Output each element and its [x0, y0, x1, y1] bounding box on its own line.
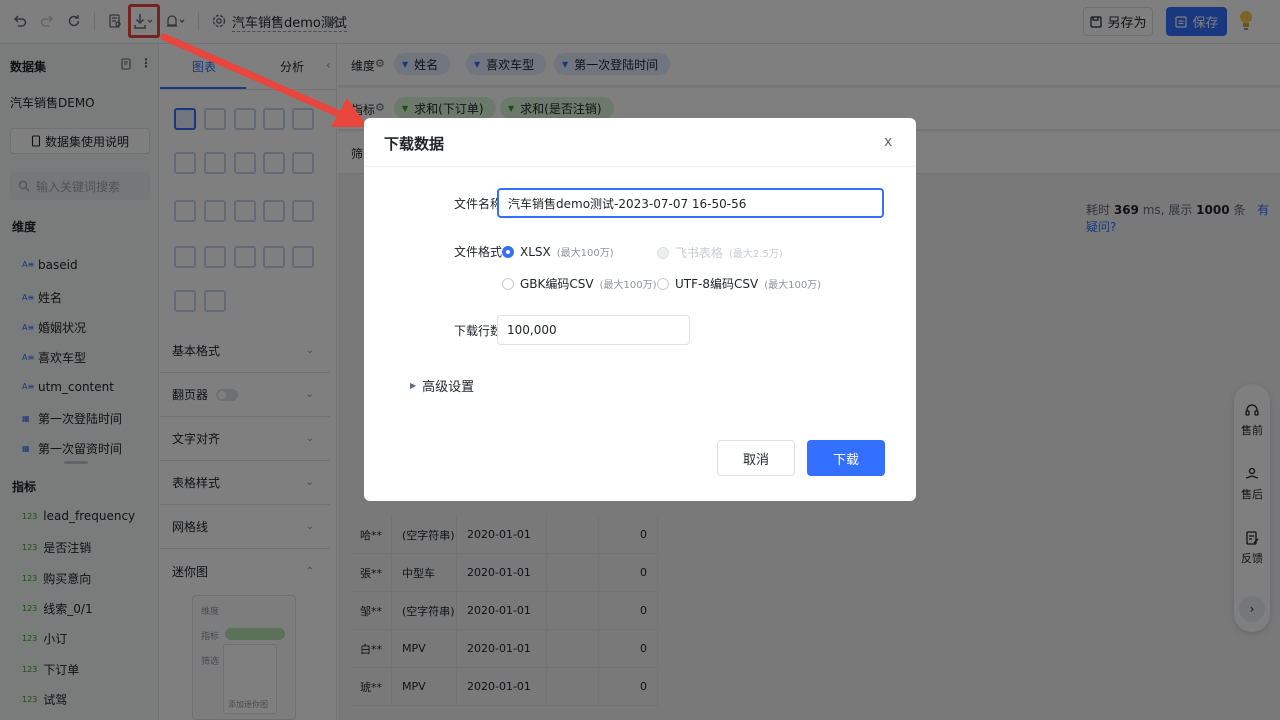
close-icon[interactable]: x [884, 134, 892, 150]
radio-disabled-icon [657, 246, 669, 259]
file-name-input[interactable]: 汽车销售demo测试-2023-07-07 16-50-56 [497, 188, 884, 218]
format-utf8-csv-radio[interactable]: UTF-8编码CSV (最大100万) [657, 275, 821, 292]
cancel-button[interactable]: 取消 [717, 440, 795, 476]
dialog-title: 下载数据 [384, 135, 445, 153]
format-note: (最大100万) [764, 280, 822, 291]
download-dialog: 下载数据 x 文件名称: 汽车销售demo测试-2023-07-07 16-50… [364, 118, 916, 501]
file-format-label: 文件格式: [453, 245, 506, 259]
format-xlsx-radio[interactable]: XLSX (最大100万) [502, 244, 614, 259]
format-name: XLSX [520, 244, 551, 259]
download-label: 下载 [832, 452, 859, 468]
download-button[interactable]: 下载 [807, 440, 885, 476]
radio-unchecked-icon [502, 277, 514, 290]
format-name: UTF-8编码CSV [675, 277, 759, 291]
format-note: (最大2.5万) [729, 249, 783, 260]
format-gbk-csv-radio[interactable]: GBK编码CSV (最大100万) [502, 275, 657, 292]
file-name-value: 汽车销售demo测试-2023-07-07 16-50-56 [508, 196, 747, 211]
advanced-settings-toggle[interactable]: ▶ 高级设置 [410, 376, 474, 395]
rows-label: 下载行数: [453, 324, 506, 338]
caret-right-icon: ▶ [410, 381, 417, 390]
advanced-label: 高级设置 [422, 380, 475, 395]
rows-value: 100,000 [507, 323, 557, 337]
cancel-label: 取消 [742, 452, 769, 468]
file-name-label: 文件名称: [453, 197, 506, 211]
rows-input[interactable]: 100,000 [497, 315, 690, 345]
format-note: (最大100万) [599, 280, 657, 291]
radio-checked-icon [502, 245, 514, 258]
dialog-divider [364, 166, 916, 167]
radio-unchecked-icon [657, 277, 669, 290]
format-feishu-radio: 飞书表格 (最大2.5万) [657, 244, 783, 261]
format-note: (最大100万) [556, 248, 614, 259]
format-name: 飞书表格 [675, 246, 724, 260]
format-name: GBK编码CSV [520, 277, 594, 291]
